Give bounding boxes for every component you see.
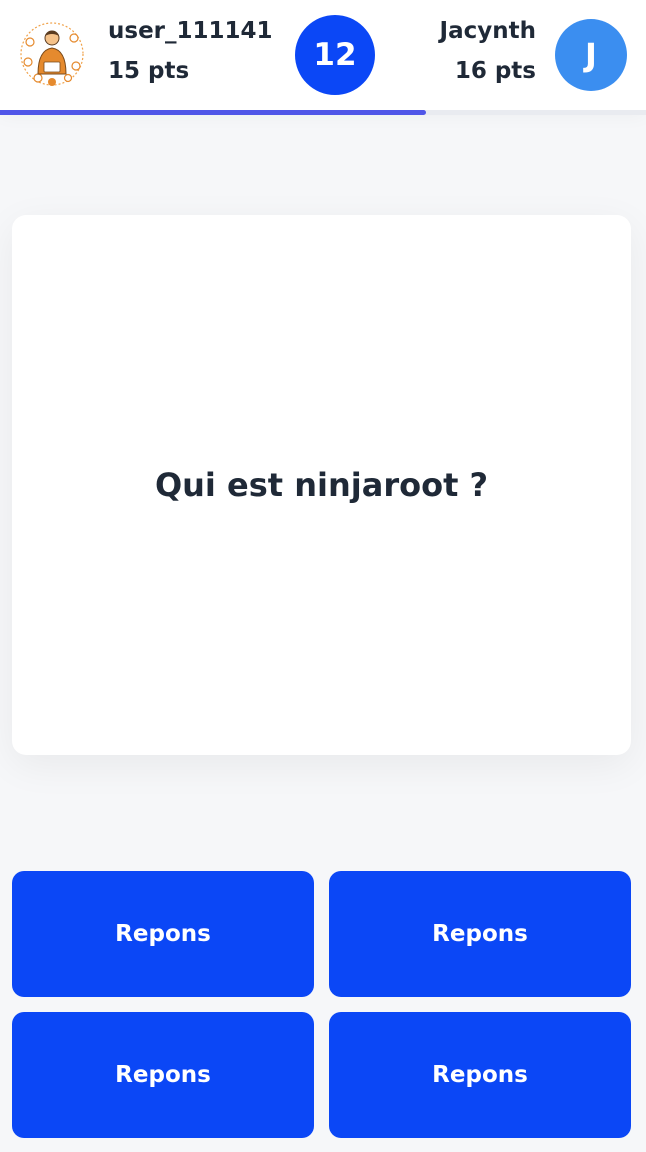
opponent-name: Jacynth [439,18,536,44]
player-name: user_111141 [108,18,273,44]
question-text: Qui est ninjaroot ? [154,466,489,504]
round-progress-fill [0,110,427,115]
scoreboard-header: user_111141 15 pts 12 Jacynth 16 pts J [0,0,646,110]
countdown-timer: 12 [295,15,375,95]
player-avatar-icon [16,18,88,90]
answer-button-2[interactable]: Repons [329,871,631,997]
round-progress-bar [0,110,646,115]
question-card: Qui est ninjaroot ? [12,215,631,755]
opponent-score: 16 pts [454,58,536,84]
player-score: 15 pts [108,58,190,84]
answer-button-1[interactable]: Repons [12,871,314,997]
quiz-screen: user_111141 15 pts 12 Jacynth 16 pts J Q… [0,0,646,1152]
answer-button-4[interactable]: Repons [329,1012,631,1138]
answer-button-3[interactable]: Repons [12,1012,314,1138]
opponent-avatar: J [555,19,627,91]
